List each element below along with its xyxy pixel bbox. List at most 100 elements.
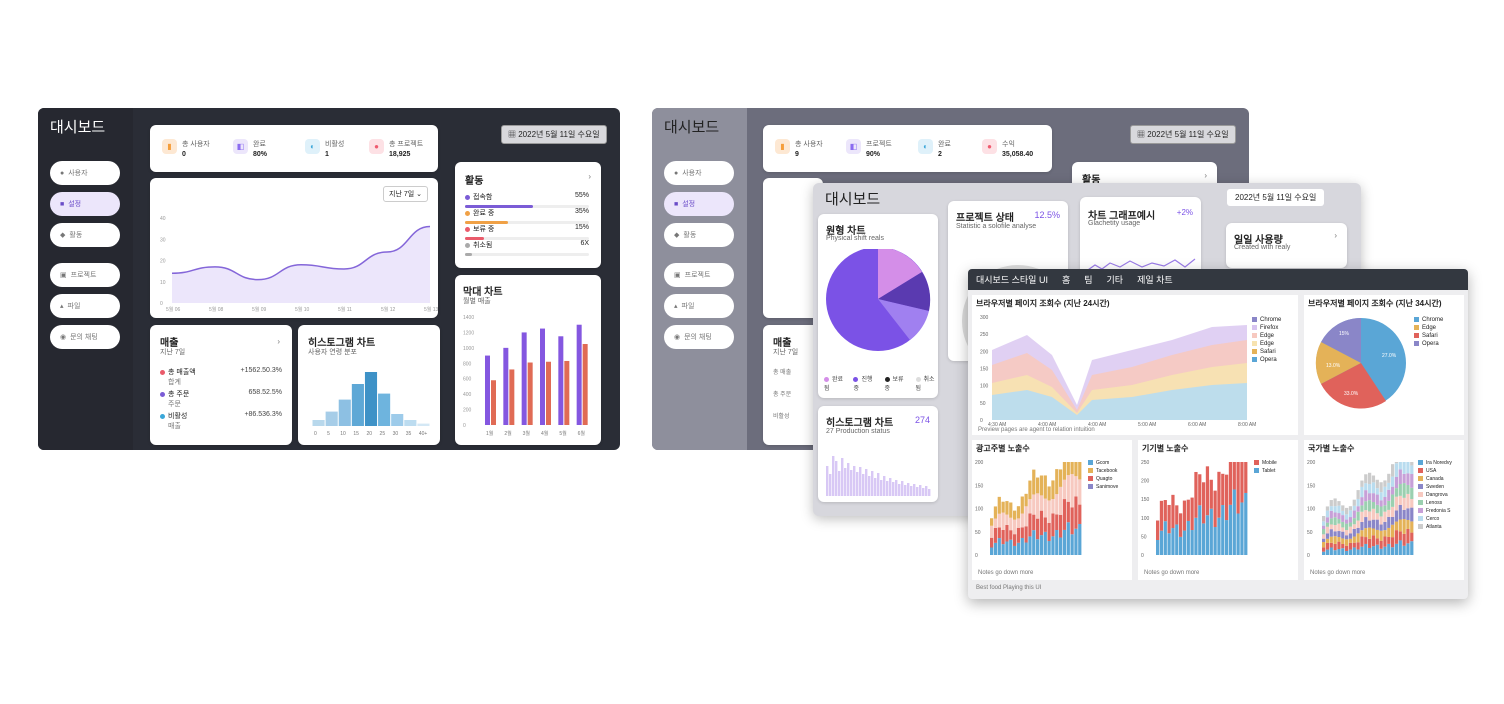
x-tick-label: 8:00 AM	[1238, 422, 1256, 428]
bar-segment	[1371, 535, 1376, 547]
sidebar-item-activity[interactable]: ◆ 활동	[50, 223, 120, 247]
bar-segment	[1394, 496, 1399, 511]
bar-segment	[1036, 477, 1040, 494]
sidebar-item-settings[interactable]: ■ 설정	[50, 192, 120, 216]
sidebar-item-projects[interactable]: ▣ 프로젝트	[664, 263, 734, 287]
legend-item: Gcom	[1088, 460, 1132, 466]
sidebar-item-chat[interactable]: ◉ 문의 채팅	[50, 325, 120, 349]
bar-segment	[1371, 493, 1376, 503]
legend-label: Safari	[1260, 349, 1276, 356]
bar-segment	[1371, 546, 1376, 555]
y-tick-label: 1400	[463, 315, 474, 321]
bar-segment	[1356, 511, 1360, 521]
bar-segment	[1394, 488, 1399, 497]
bar	[540, 328, 545, 425]
bar-segment	[1391, 464, 1395, 477]
stat-revenue: ● 수익 35,058.40	[982, 139, 1033, 158]
bar-segment	[1391, 537, 1395, 548]
sales-card: 매출 지난 7일 › 총 매출액 +1562.50.3% 합계 총 주문 658.52.…	[150, 325, 292, 445]
bar-segment	[1020, 513, 1024, 528]
legend-item: Ira Noredvy	[1418, 460, 1464, 466]
pie-chart	[826, 249, 931, 351]
sidebar-item-chat[interactable]: ◉ 문의 채팅	[664, 325, 734, 349]
bar-segment	[1156, 540, 1160, 555]
legend-item: Sanimove	[1088, 484, 1132, 490]
activity-row-head: 보류 중 15%	[465, 224, 589, 234]
bar-segment	[1013, 545, 1017, 555]
bar-segment	[1368, 493, 1372, 501]
bar-segment	[1322, 551, 1326, 555]
bar-segment	[1333, 498, 1337, 507]
bar-segment	[1345, 535, 1349, 540]
bar-segment	[1036, 493, 1040, 519]
bar-segment	[1352, 536, 1356, 543]
bar-segment	[1333, 506, 1337, 513]
legend-label: Sweden	[1426, 484, 1445, 490]
pie-card: 원형 차트 Physical shift reals 완료됨 진행 중 보류 중…	[818, 214, 938, 398]
browser-pie-legend: Chrome Edge Safari Opera	[1414, 317, 1462, 349]
bar-segment	[1391, 476, 1395, 487]
bar-segment	[1329, 536, 1333, 543]
bar-segment	[1171, 528, 1175, 555]
bar-segment	[993, 542, 998, 555]
bar-segment	[1051, 513, 1055, 537]
bar-segment	[1379, 530, 1383, 541]
x-tick-label: 5월 06	[166, 306, 181, 313]
date-display: ▦ 2022년 5월 11일 수요일	[1130, 125, 1236, 144]
menu-team[interactable]: 팀	[1084, 273, 1092, 286]
bar-segment	[1329, 518, 1333, 525]
chevron-right-icon[interactable]: ›	[588, 172, 591, 181]
sidebar-item-users[interactable]: ● 사용자	[664, 161, 734, 185]
histogram-bar	[853, 466, 856, 496]
legend-item: 보류 중	[884, 376, 904, 392]
sidebar-item-activity[interactable]: ◆ 활동	[664, 223, 734, 247]
bar-segment	[1205, 515, 1210, 555]
bar-segment	[1371, 528, 1376, 536]
chevron-right-icon[interactable]: ›	[1204, 171, 1207, 180]
advertiser-chart-card: 광고주별 노출수 200 150 100 50 0 Gcom Tacebook Quagto…	[972, 440, 1132, 580]
bar-segment	[1333, 517, 1337, 526]
activity-pct: 35%	[574, 208, 589, 215]
line-chart: 40 30 20 10 0 5월 06 5월 08 5월 09 5월 10 5월 11 5월 12…	[160, 216, 438, 313]
sidebar-item-settings[interactable]: ■ 설정	[664, 192, 734, 216]
bar-segment	[1047, 500, 1051, 523]
bar	[582, 344, 588, 425]
bar-segment	[1013, 519, 1017, 535]
bar-segment	[1325, 522, 1330, 527]
y-tick-label: 50	[975, 530, 981, 536]
x-tick-label: 5:00 AM	[1138, 422, 1156, 428]
histogram-bar	[378, 393, 391, 426]
y-tick-label: 0	[980, 418, 983, 424]
bar-segment	[1225, 520, 1229, 555]
activity-label-text: 취소됨	[473, 242, 493, 249]
sidebar-item-files[interactable]: ▴ 파일	[664, 294, 734, 318]
activity-pct: 55%	[574, 192, 589, 199]
y-tick-label: 200	[1307, 460, 1316, 466]
histogram-bar	[841, 458, 844, 496]
bar-segment	[1375, 538, 1379, 545]
sidebar-item-projects[interactable]: ▣ 프로젝트	[50, 263, 120, 287]
bar-segment	[1202, 523, 1206, 555]
bar-segment	[1329, 510, 1333, 519]
bar-segment	[1217, 471, 1221, 518]
menu-charts[interactable]: 제일 차트	[1137, 273, 1173, 286]
menu-home[interactable]: 홈	[1062, 273, 1070, 286]
bar-segment	[1333, 512, 1337, 518]
bar-segment	[1345, 507, 1349, 515]
top-bar: 대시보드 스타일 UI 홈 팀 기타 제일 차트	[968, 269, 1468, 290]
chevron-right-icon[interactable]: ›	[277, 337, 280, 346]
sidebar-item-users[interactable]: ● 사용자	[50, 161, 120, 185]
bar-segment	[1364, 501, 1368, 511]
sidebar-item-files[interactable]: ▴ 파일	[50, 294, 120, 318]
bar-segment	[1329, 547, 1333, 555]
bar-segment	[1352, 518, 1356, 525]
legend-swatch	[1252, 317, 1257, 322]
bar-segment	[1009, 502, 1013, 518]
bar-segment	[1410, 521, 1414, 533]
menu-other[interactable]: 기타	[1107, 273, 1124, 286]
chevron-right-icon[interactable]: ›	[1334, 231, 1337, 240]
bar-segment	[1228, 462, 1233, 505]
bar-segment	[1375, 513, 1379, 520]
histogram-bar	[404, 420, 417, 426]
activity-label: 취소됨	[465, 240, 492, 250]
